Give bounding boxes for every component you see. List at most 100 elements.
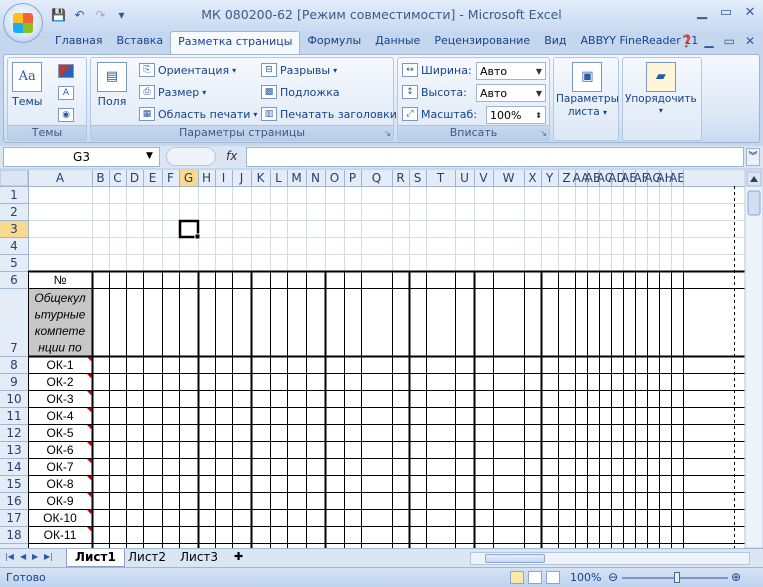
cell-competency[interactable]: ОК-4 xyxy=(47,409,74,423)
last-sheet-icon[interactable]: ▶| xyxy=(44,552,53,561)
insert-sheet-icon[interactable]: ✚ xyxy=(226,549,251,567)
ribbon-close-icon[interactable]: ✕ xyxy=(745,34,755,48)
sheet-tab-1[interactable]: Лист1 xyxy=(66,549,125,567)
zoom-out-icon[interactable]: ⊖ xyxy=(608,570,618,584)
row-header-11[interactable]: 11 xyxy=(6,409,21,423)
vertical-scrollbar[interactable] xyxy=(744,170,763,548)
row-header-10[interactable]: 10 xyxy=(6,392,21,406)
cell-competency[interactable]: ОК-3 xyxy=(47,392,74,406)
cell-competency[interactable]: ОК-1 xyxy=(47,358,74,372)
column-header-l[interactable]: L xyxy=(275,171,282,185)
ribbon-restore-icon[interactable]: ▭ xyxy=(724,34,735,48)
cell-competency[interactable]: ОК-2 xyxy=(47,375,74,389)
first-sheet-icon[interactable]: |◀ xyxy=(5,552,14,561)
cell-competency[interactable]: ОК-10 xyxy=(43,511,77,525)
office-button[interactable] xyxy=(3,3,43,43)
tab-page-layout[interactable]: Разметка страницы xyxy=(170,31,301,55)
prev-sheet-icon[interactable]: ◀ xyxy=(20,552,26,561)
height-combo[interactable]: Авто ▼ xyxy=(476,84,546,102)
column-header-w[interactable]: W xyxy=(503,171,515,185)
row-header-17[interactable]: 17 xyxy=(6,511,21,525)
horizontal-scrollbar[interactable] xyxy=(470,552,750,565)
tab-data[interactable]: Данные xyxy=(368,31,427,55)
cell-a7-line[interactable]: компете xyxy=(35,324,86,338)
row-header-7[interactable]: 7 xyxy=(10,341,18,355)
column-header-z[interactable]: Z xyxy=(562,171,570,185)
tab-formulas[interactable]: Формулы xyxy=(300,31,368,55)
column-header-f[interactable]: F xyxy=(167,171,174,185)
column-header-ae[interactable]: AE xyxy=(669,171,685,185)
arrange-button[interactable]: ▰ Упорядочить ▾ xyxy=(625,62,697,115)
maximize-icon[interactable]: ▭ xyxy=(719,5,733,20)
theme-colors-icon[interactable] xyxy=(58,64,74,78)
close-icon[interactable]: ✕ xyxy=(743,5,757,20)
formula-input[interactable] xyxy=(246,147,744,167)
size-button[interactable]: ⎙ Размер ▾ xyxy=(139,85,206,99)
row-header-16[interactable]: 16 xyxy=(6,494,21,508)
cell-competency[interactable]: ОК-5 xyxy=(47,426,74,440)
comment-indicator-icon[interactable] xyxy=(87,510,92,515)
column-header-u[interactable]: U xyxy=(460,171,469,185)
cell-competency[interactable]: ОК-9 xyxy=(47,494,74,508)
row-header-8[interactable]: 8 xyxy=(10,358,18,372)
help-icon[interactable]: ❓ xyxy=(679,34,694,48)
column-header-k[interactable]: K xyxy=(257,171,266,185)
breaks-button[interactable]: ⊟ Разрывы ▾ xyxy=(261,63,337,77)
comment-indicator-icon[interactable] xyxy=(87,527,92,532)
row-header-12[interactable]: 12 xyxy=(6,426,21,440)
expand-formula-bar-icon[interactable]: ︾ xyxy=(746,148,760,166)
tab-view[interactable]: Вид xyxy=(537,31,573,55)
orientation-button[interactable]: ⎘ Ориентация ▾ xyxy=(139,63,236,77)
column-header-i[interactable]: I xyxy=(222,171,226,185)
zoom-slider-thumb[interactable] xyxy=(674,572,680,583)
tab-home[interactable]: Главная xyxy=(48,31,110,55)
row-header-18[interactable]: 18 xyxy=(6,528,21,542)
theme-effects-icon[interactable]: ◉ xyxy=(58,108,74,122)
cell-competency[interactable]: ОК-11 xyxy=(44,528,77,542)
page-layout-view-icon[interactable] xyxy=(528,571,542,584)
column-header-x[interactable]: X xyxy=(528,171,536,185)
tab-review[interactable]: Рецензирование xyxy=(427,31,537,55)
column-header-v[interactable]: V xyxy=(479,171,488,185)
next-sheet-icon[interactable]: ▶ xyxy=(32,552,38,561)
row-header-1[interactable]: 1 xyxy=(10,188,18,202)
normal-view-icon[interactable] xyxy=(510,571,524,584)
comment-indicator-icon[interactable] xyxy=(87,493,92,498)
row-header-9[interactable]: 9 xyxy=(10,375,18,389)
print-titles-button[interactable]: ▥ Печатать заголовки xyxy=(261,107,397,121)
comment-indicator-icon[interactable] xyxy=(87,442,92,447)
column-header-g[interactable]: G xyxy=(184,171,193,185)
row-header-4[interactable]: 4 xyxy=(10,239,18,253)
print-area-button[interactable]: ▦ Область печати ▾ xyxy=(139,107,257,121)
background-button[interactable]: ▩ Подложка xyxy=(261,85,340,99)
sheet-tab-2[interactable]: Лист2 xyxy=(120,549,174,567)
sheet-tab-3[interactable]: Лист3 xyxy=(172,549,226,567)
worksheet-grid[interactable]: A B C D E F G H I J K L M N O P Q R S T U V W X Y Z AA AB AC AD AE AF AG… xyxy=(0,170,763,548)
insert-function-icon[interactable]: fx xyxy=(226,149,237,163)
column-header-p[interactable]: P xyxy=(349,171,356,185)
minimize-icon[interactable]: ▁ xyxy=(695,5,709,20)
row-header-6[interactable]: 6 xyxy=(10,273,18,287)
ribbon-minimize-icon[interactable]: ▁ xyxy=(704,34,713,48)
theme-fonts-icon[interactable]: A xyxy=(58,86,74,100)
scroll-thumb[interactable] xyxy=(747,190,761,216)
width-combo[interactable]: Авто ▼ xyxy=(476,62,546,80)
row-header-5[interactable]: 5 xyxy=(10,256,18,270)
row-header-13[interactable]: 13 xyxy=(6,443,21,457)
cell-competency[interactable]: ОК-6 xyxy=(47,443,74,457)
row-header-2[interactable]: 2 xyxy=(10,205,18,219)
cell-a7-line[interactable]: Общекул xyxy=(34,291,86,305)
column-header-a[interactable]: A xyxy=(56,171,65,185)
comment-indicator-icon[interactable] xyxy=(87,459,92,464)
column-header-j[interactable]: J xyxy=(239,171,244,185)
comment-indicator-icon[interactable] xyxy=(87,357,92,362)
margins-button[interactable]: ▤ Поля xyxy=(97,62,127,108)
row-header-15[interactable]: 15 xyxy=(6,477,21,491)
column-header-m[interactable]: M xyxy=(291,171,301,185)
dialog-launcher-icon[interactable]: ↘ xyxy=(384,129,391,138)
sheet-options-button[interactable]: ▣ Параметры листа ▾ xyxy=(556,62,619,118)
cell-a7-line[interactable]: ьтурные xyxy=(35,308,86,322)
cell-competency[interactable]: ОК-7 xyxy=(47,460,74,474)
fill-handle[interactable] xyxy=(194,233,201,240)
column-header-b[interactable]: B xyxy=(96,171,104,185)
